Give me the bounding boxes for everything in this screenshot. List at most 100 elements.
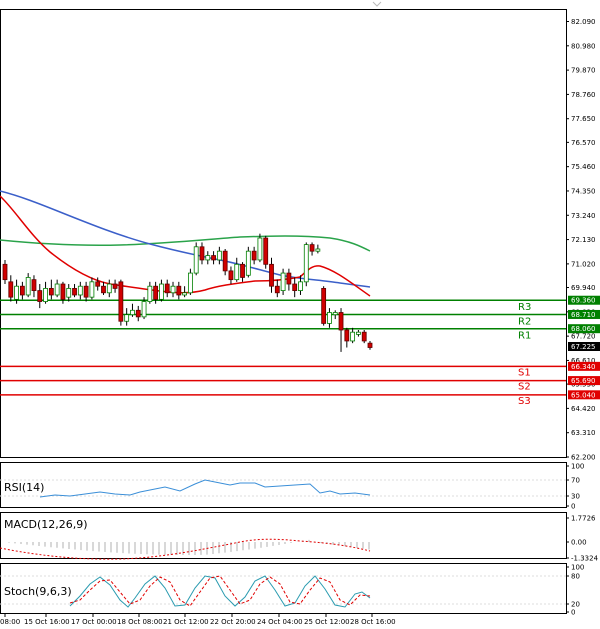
candle-body [332, 312, 338, 316]
time-tick-label: 21 Oct 12:00 [163, 618, 209, 626]
candle-body [303, 244, 309, 283]
price-tick-label: 71.020 [571, 260, 596, 268]
level-price-label: 69.360 [571, 297, 596, 305]
price-tick-label: 75.460 [571, 163, 596, 171]
price-tick-label: 67.720 [571, 333, 596, 341]
candle-body [43, 288, 48, 302]
indicator-tick-label: 100 [571, 564, 584, 572]
candle-body [298, 281, 303, 291]
time-tick-label: 25 Oct 12:00 [304, 618, 350, 626]
price-tick-label: 64.420 [571, 405, 596, 413]
level-name-r3: R3 [518, 302, 531, 313]
candle-body [187, 272, 193, 294]
candle-body [89, 281, 95, 298]
indicator-tick-label: 1.7726 [571, 515, 596, 523]
candle-body [361, 331, 367, 342]
indicator-tick-label: 0.00 [571, 539, 587, 547]
price-tick-label: 78.760 [571, 91, 596, 99]
time-tick-label: 22 Oct 20:00 [210, 618, 256, 626]
candle-body [205, 255, 211, 261]
candle-body [48, 288, 54, 296]
candle-body [280, 272, 286, 291]
current-price-label: 67.225 [571, 343, 596, 351]
level-price-label: 66.340 [571, 363, 596, 371]
candle-body [77, 285, 83, 296]
candle-body [153, 285, 159, 300]
candle-body [95, 281, 101, 287]
macd-label: MACD(12,26,9) [4, 518, 88, 531]
candle-body [321, 288, 327, 324]
level-name-r1: R1 [518, 331, 531, 342]
candle-body [240, 263, 245, 278]
level-price-label: 65.690 [571, 377, 596, 385]
candle-body [164, 283, 170, 294]
candle-body [315, 248, 321, 252]
candle-body [216, 250, 222, 261]
candle-body [251, 250, 257, 261]
candle-body [19, 285, 25, 296]
candle-body [130, 309, 135, 316]
candle-body [147, 285, 153, 302]
candle-body [8, 281, 14, 298]
time-tick-label: 18 Oct 08:00 [117, 618, 163, 626]
price-tick-label: 62.200 [571, 454, 596, 462]
candle-body [2, 263, 8, 281]
candle-body [211, 255, 216, 261]
price-tick-label: 73.240 [571, 212, 596, 220]
candle-body [14, 285, 19, 300]
candle-body [292, 283, 298, 291]
candle-body [257, 237, 263, 261]
indicator-tick-label: 80 [571, 573, 580, 581]
candle-body [222, 250, 228, 272]
time-tick-label: 24 Oct 04:00 [257, 618, 303, 626]
price-tick-label: 80.980 [571, 42, 596, 50]
candle-body [60, 283, 66, 300]
price-tick-label: 72.130 [571, 236, 596, 244]
indicator-tick-label: -1.3324 [571, 555, 599, 563]
candle-body [135, 309, 141, 318]
indicator-tick-label: 20 [571, 601, 580, 609]
candle-body [344, 329, 350, 342]
price-tick-label: 76.570 [571, 139, 596, 147]
candle-body [193, 246, 199, 274]
candle-body [367, 342, 373, 348]
candle-body [112, 283, 118, 289]
price-chart: 82.090 80.980 79.870 78.760 77.650 76.570 75.4… [0, 0, 600, 629]
candle-body [37, 290, 43, 302]
candle-body [263, 237, 269, 265]
stoch-label: Stoch(9,6,3) [4, 585, 72, 598]
candle-body [101, 285, 106, 294]
candle-body [338, 312, 344, 331]
level-name-s3: S3 [518, 396, 531, 407]
candle-body [118, 281, 124, 322]
candle-body [356, 331, 361, 335]
indicator-tick-label: 0 [571, 609, 575, 617]
time-tick-label: 28 Oct 16:00 [350, 618, 396, 626]
candle-body [182, 292, 188, 296]
candle-body [176, 285, 182, 296]
indicator-tick-label: 70 [571, 477, 580, 485]
candle-body [66, 288, 72, 298]
candle-body [25, 277, 31, 296]
candle-body [286, 272, 292, 285]
candle-body [170, 285, 176, 294]
indicator-tick-label: 100 [571, 463, 584, 471]
candle-body [106, 283, 112, 294]
price-tick-label: 69.940 [571, 284, 596, 292]
level-price-label: 68.060 [571, 325, 596, 333]
candle-body [54, 283, 60, 296]
price-tick-label: 63.310 [571, 429, 596, 437]
candle-body [234, 263, 240, 281]
candle-body [141, 301, 147, 318]
time-tick-label: 08:00 [0, 618, 20, 626]
candle-body [159, 283, 164, 300]
time-tick-label: 17 Oct 00:00 [71, 618, 117, 626]
candle-body [199, 246, 205, 261]
indicator-tick-label: 30 [571, 493, 580, 501]
candle-body [309, 244, 315, 252]
candle-body [274, 285, 280, 294]
price-tick-label: 74.350 [571, 187, 596, 195]
rsi-label: RSI(14) [4, 481, 44, 494]
candle-body [72, 288, 77, 296]
price-tick-label: 82.090 [571, 18, 596, 26]
